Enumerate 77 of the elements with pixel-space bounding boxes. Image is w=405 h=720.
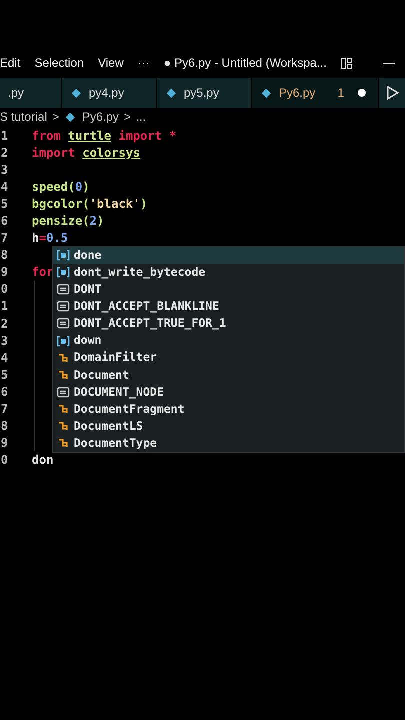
class-icon <box>57 352 70 364</box>
problem-count: 1 <box>338 85 344 102</box>
code-token: 0.5 <box>46 231 68 246</box>
suggestion-item[interactable]: DocumentLS <box>53 418 404 436</box>
suggestion-item[interactable]: DONT_ACCEPT_BLANKLINE <box>53 298 404 316</box>
breadcrumb-item[interactable]: ... <box>136 108 146 126</box>
suggestion-item[interactable]: Document <box>53 366 404 384</box>
code-token: ) <box>97 214 104 228</box>
line-number: 6 <box>0 384 10 401</box>
code-token: * <box>169 128 177 143</box>
variable-icon <box>57 267 70 278</box>
code-token: 0 <box>75 180 83 194</box>
line-number: 1 <box>0 128 10 145</box>
more-menu[interactable]: ··· <box>138 54 150 72</box>
line-number: 3 <box>0 162 10 179</box>
constant-icon <box>57 284 70 296</box>
code-token: ) <box>82 180 90 194</box>
line-number: 4 <box>0 350 10 367</box>
line-number: 6 <box>0 213 10 230</box>
variable-icon <box>57 250 70 262</box>
code-token: from <box>32 128 61 143</box>
line-number: 5 <box>0 366 10 384</box>
line-number: 5 <box>0 196 10 213</box>
code-token: 2 <box>90 214 98 228</box>
line-number: 0 <box>0 281 10 298</box>
code-token: for <box>32 265 54 280</box>
suggestion-item[interactable]: down <box>53 332 404 350</box>
line-number: 9 <box>0 435 10 452</box>
code-token: turtle <box>68 128 112 143</box>
constant-icon <box>57 301 70 312</box>
class-icon <box>57 370 70 381</box>
suggestion-item[interactable]: DomainFilter <box>53 350 404 367</box>
code-token: 'black' <box>90 196 140 211</box>
class-icon <box>57 438 70 450</box>
chevron: > <box>52 109 60 126</box>
suggestion-item[interactable]: DOCUMENT_NODE <box>53 384 404 401</box>
code-token: bgcolor( <box>32 196 90 211</box>
line-number: 8 <box>0 418 10 436</box>
breadcrumb-item[interactable]: Py6.py <box>82 108 120 126</box>
code-token: import <box>32 146 76 160</box>
suggestion-item[interactable]: DocumentType <box>53 435 404 452</box>
suggestion-item[interactable]: done <box>53 247 404 264</box>
line-number: 0 <box>0 452 10 470</box>
editor-tab[interactable]: Py6.py 1 <box>252 78 380 108</box>
window-title: ● Py6.py - Untitled (Workspa... <box>164 55 327 72</box>
chevron: > <box>124 109 132 126</box>
code-token: colorsys <box>82 146 140 160</box>
line-number: 3 <box>0 332 10 350</box>
code-token: h <box>32 231 40 246</box>
code-token: ) <box>140 196 148 211</box>
code-token: import <box>118 128 162 143</box>
line-number: 8 <box>0 247 10 264</box>
python-file-icon <box>64 112 78 122</box>
code-token: pensize( <box>32 214 90 228</box>
suggestion-item[interactable]: dont_write_bytecode <box>53 264 404 282</box>
breadcrumb-item[interactable]: S tutorial <box>0 108 48 126</box>
line-number: 2 <box>0 144 10 162</box>
suggestion-item[interactable]: DONT <box>53 281 404 298</box>
menu-item[interactable]: Selection <box>34 54 84 72</box>
suggestion-item[interactable]: DocumentFragment <box>53 400 404 418</box>
code-token: = <box>39 231 46 246</box>
constant-icon <box>57 318 70 330</box>
line-number: 9 <box>0 264 10 282</box>
code-token: speed( <box>32 180 76 194</box>
class-icon <box>57 420 70 432</box>
line-number: 7 <box>0 401 10 418</box>
code-token: don <box>32 453 54 468</box>
menu-item[interactable]: View <box>98 54 124 72</box>
line-number: 1 <box>0 298 10 316</box>
line-number: 7 <box>0 230 10 248</box>
variable-icon <box>57 336 70 347</box>
suggestion-item[interactable]: DONT_ACCEPT_TRUE_FOR_1 <box>53 315 404 332</box>
line-number: 4 <box>0 178 10 196</box>
class-icon <box>57 404 70 415</box>
constant-icon <box>57 386 70 398</box>
menu-item[interactable]: Edit <box>0 54 21 72</box>
line-number: 2 <box>0 316 10 333</box>
